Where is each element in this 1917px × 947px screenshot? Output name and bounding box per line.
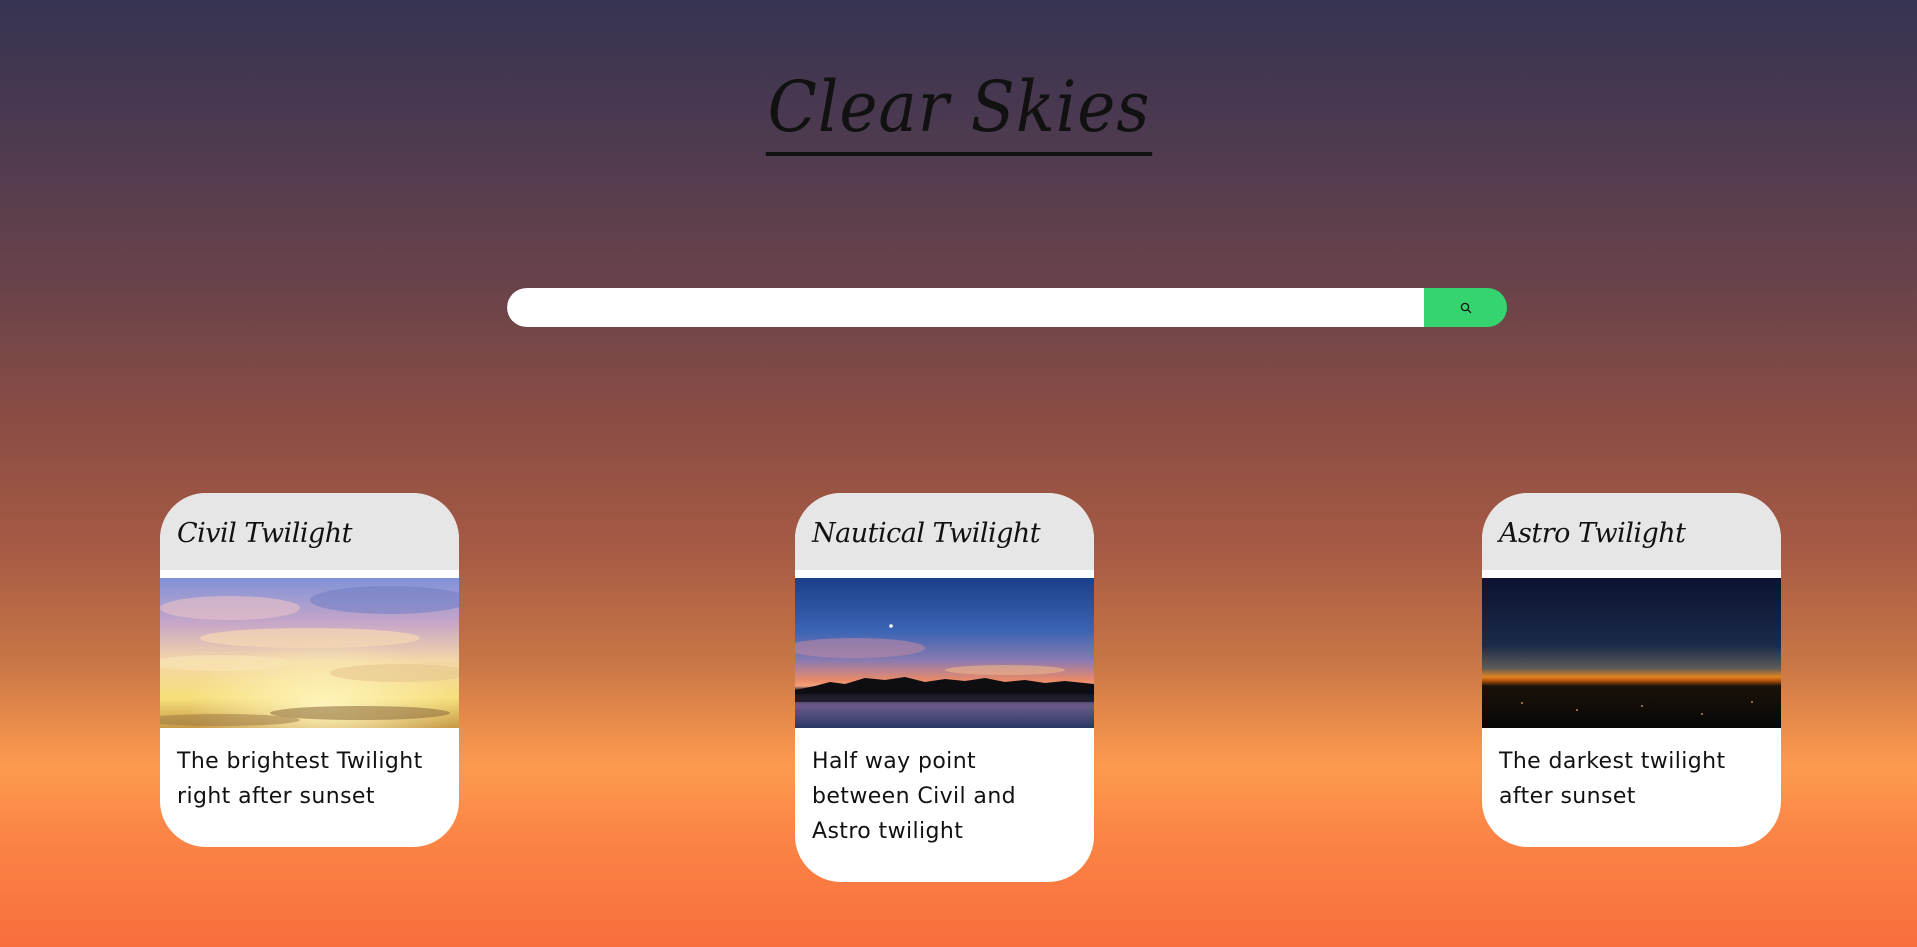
- card-civil-twilight[interactable]: Civil Twilight The brightest Twilight ri…: [160, 493, 459, 847]
- card-nautical-twilight[interactable]: Nautical Twilight Half way point between…: [795, 493, 1094, 882]
- card-title: Astro Twilight: [1499, 518, 1686, 549]
- search-input[interactable]: [507, 288, 1424, 327]
- card-description: The brightest Twilight right after sunse…: [177, 749, 423, 809]
- card-image-civil-twilight: [160, 578, 459, 728]
- card-image-nautical-twilight: [795, 578, 1094, 728]
- search-button[interactable]: [1424, 288, 1507, 327]
- card-description: The darkest twilight after sunset: [1499, 749, 1726, 809]
- card-header: Nautical Twilight: [795, 493, 1094, 578]
- card-description: Half way point between Civil and Astro t…: [812, 749, 1017, 844]
- card-header: Civil Twilight: [160, 493, 459, 578]
- page-title-text: Clear Skies: [765, 62, 1152, 156]
- card-title: Nautical Twilight: [812, 518, 1041, 549]
- search-form: [507, 288, 1507, 327]
- card-title: Civil Twilight: [177, 518, 353, 549]
- search-icon: [1460, 302, 1471, 313]
- page-title: Clear Skies: [0, 62, 1917, 156]
- card-header: Astro Twilight: [1482, 493, 1781, 578]
- card-astro-twilight[interactable]: Astro Twilight The darkest twilight afte…: [1482, 493, 1781, 847]
- card-image-astro-twilight: [1482, 578, 1781, 728]
